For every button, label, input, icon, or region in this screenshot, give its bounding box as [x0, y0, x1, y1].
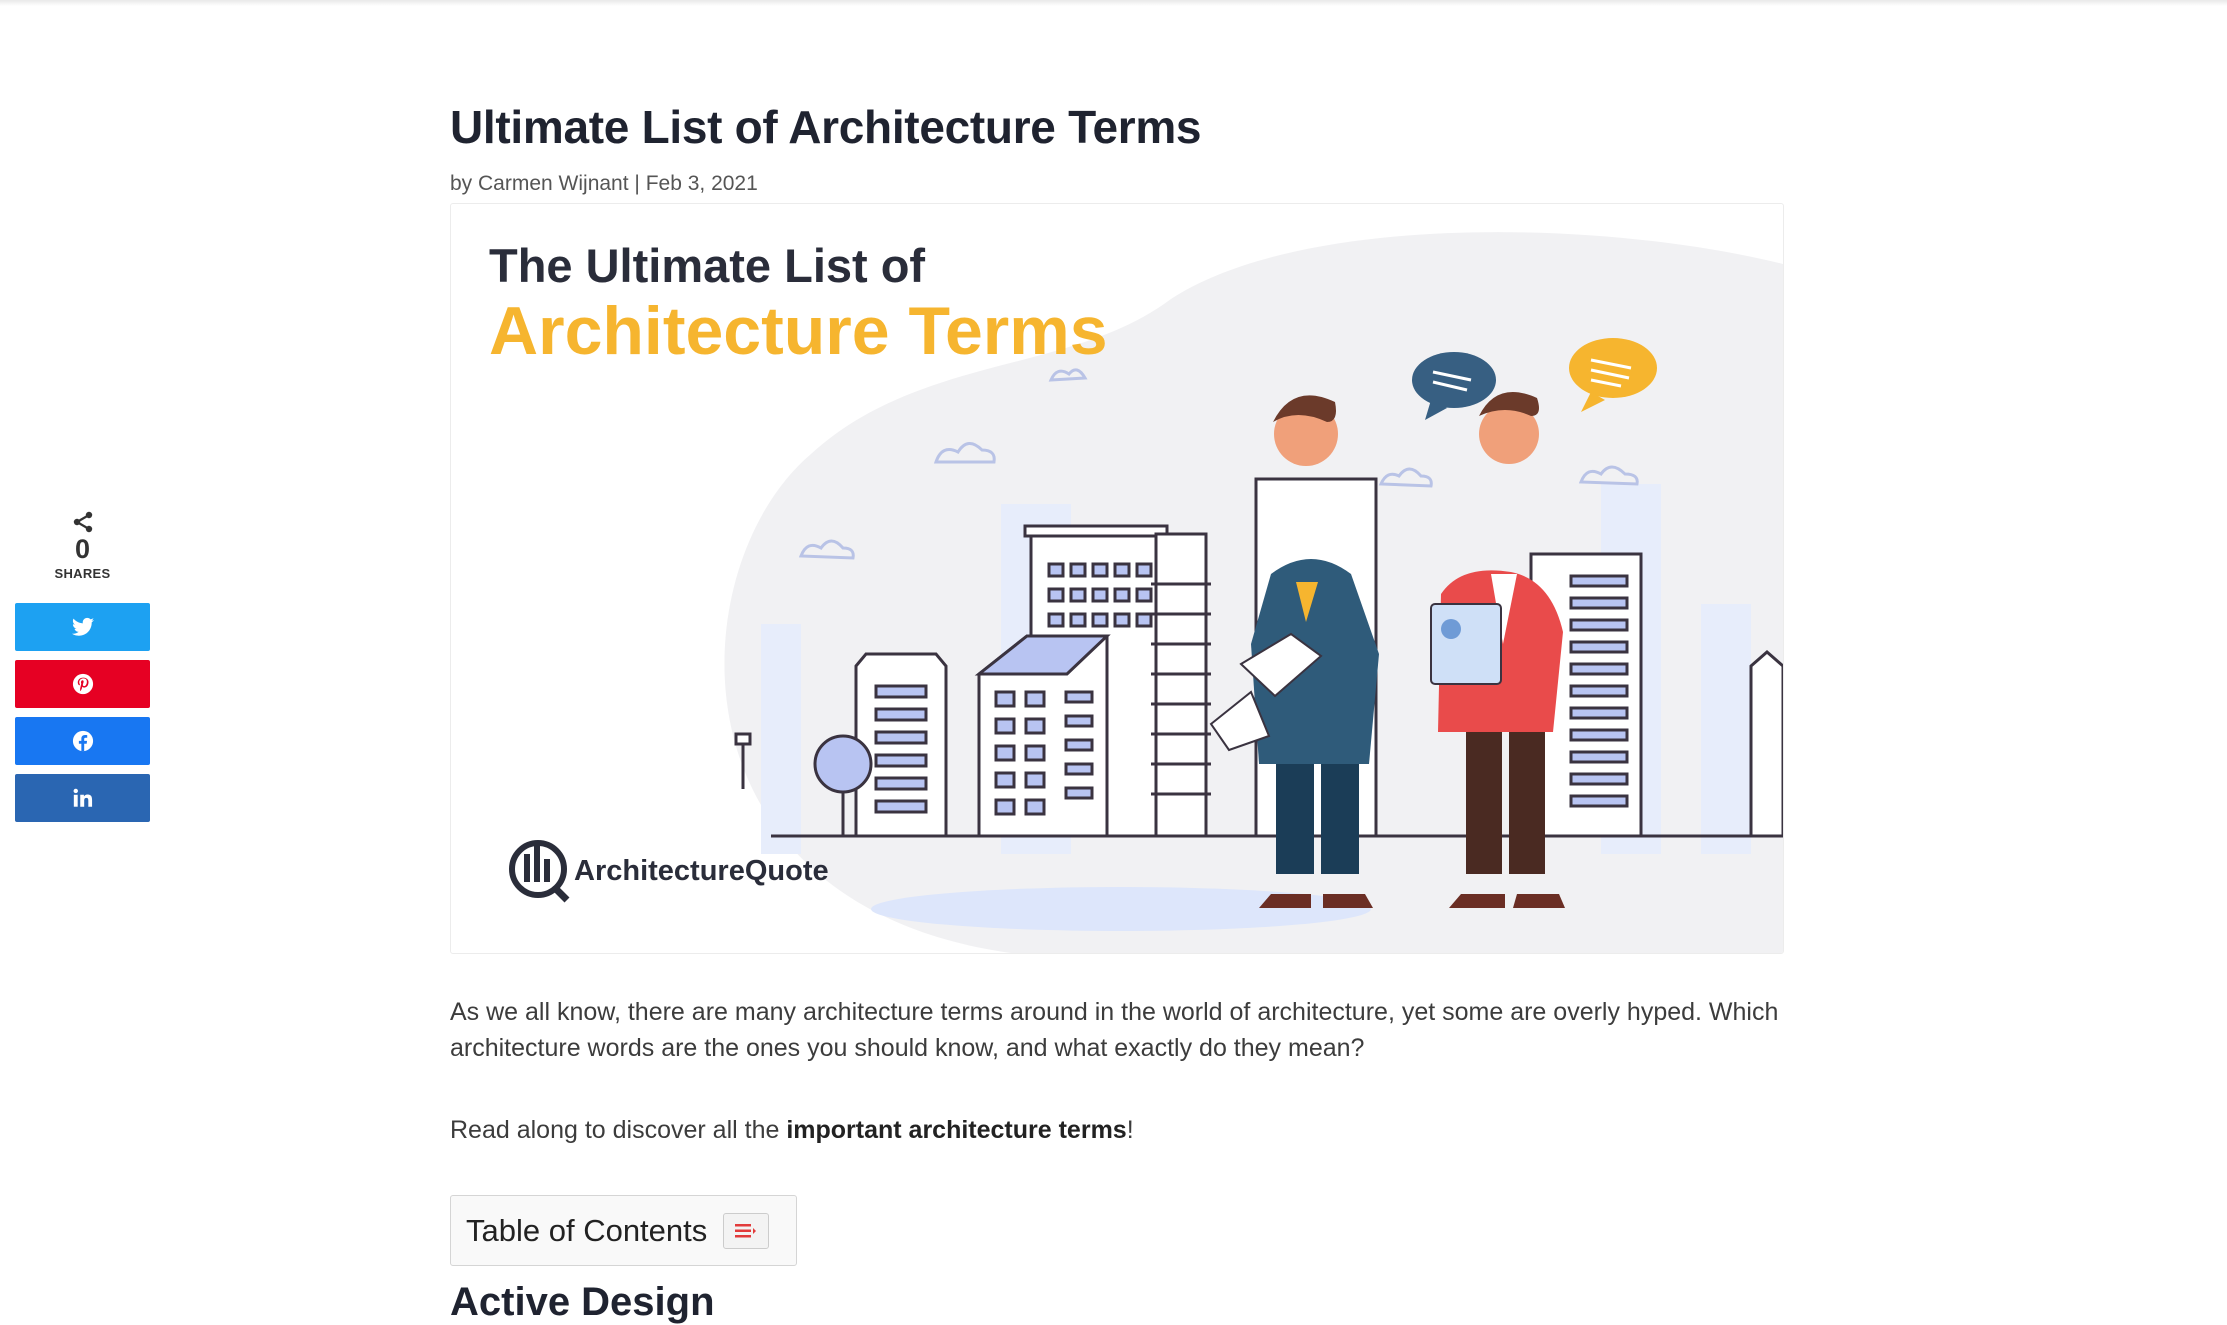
hero-illustration: The Ultimate List of Architecture Terms … — [489, 232, 1783, 953]
facebook-share-button[interactable] — [15, 717, 150, 765]
facebook-icon — [72, 730, 93, 752]
linkedin-icon — [73, 788, 92, 807]
featured-image: The Ultimate List of Architecture Terms … — [450, 203, 1784, 954]
share-icon — [73, 511, 92, 533]
post-meta: by Carmen Wijnant | Feb 3, 2021 — [450, 172, 758, 196]
hero-title-line1: The Ultimate List of — [489, 239, 925, 292]
author-link[interactable]: Carmen Wijnant — [478, 172, 629, 195]
second-paragraph: Read along to discover all the important… — [450, 1112, 1134, 1148]
p2-text-before: Read along to discover all the — [450, 1116, 787, 1144]
share-counter: 0 SHARES — [15, 510, 150, 581]
table-of-contents: Table of Contents — [450, 1195, 797, 1266]
header-shadow — [0, 0, 2227, 6]
linkedin-share-button[interactable] — [15, 774, 150, 822]
page-title: Ultimate List of Architecture Terms — [450, 101, 1202, 153]
twitter-icon — [71, 617, 94, 636]
p2-text-after: ! — [1126, 1116, 1134, 1144]
p2-bold-text: important architecture terms — [786, 1116, 1127, 1144]
post-date: Feb 3, 2021 — [645, 172, 758, 195]
toc-title: Table of Contents — [466, 1212, 708, 1248]
byline-prefix: by — [450, 172, 479, 195]
toc-toggle-button[interactable] — [723, 1212, 770, 1249]
architecturequote-logo — [509, 840, 570, 903]
pinterest-icon — [72, 673, 93, 695]
section-heading: Active Design — [450, 1280, 715, 1324]
twitter-share-button[interactable] — [15, 603, 150, 651]
share-count: 0 — [74, 534, 91, 564]
share-label: SHARES — [54, 566, 111, 581]
share-sidebar: 0 SHARES — [15, 510, 150, 822]
intro-paragraph: As we all know, there are many architect… — [450, 998, 1779, 1062]
hero-brand-name: ArchitectureQuote — [574, 855, 829, 887]
pinterest-share-button[interactable] — [15, 660, 150, 708]
hero-title-line2: Architecture Terms — [489, 293, 1108, 369]
list-icon — [735, 1223, 757, 1237]
meta-separator: | — [628, 172, 646, 195]
